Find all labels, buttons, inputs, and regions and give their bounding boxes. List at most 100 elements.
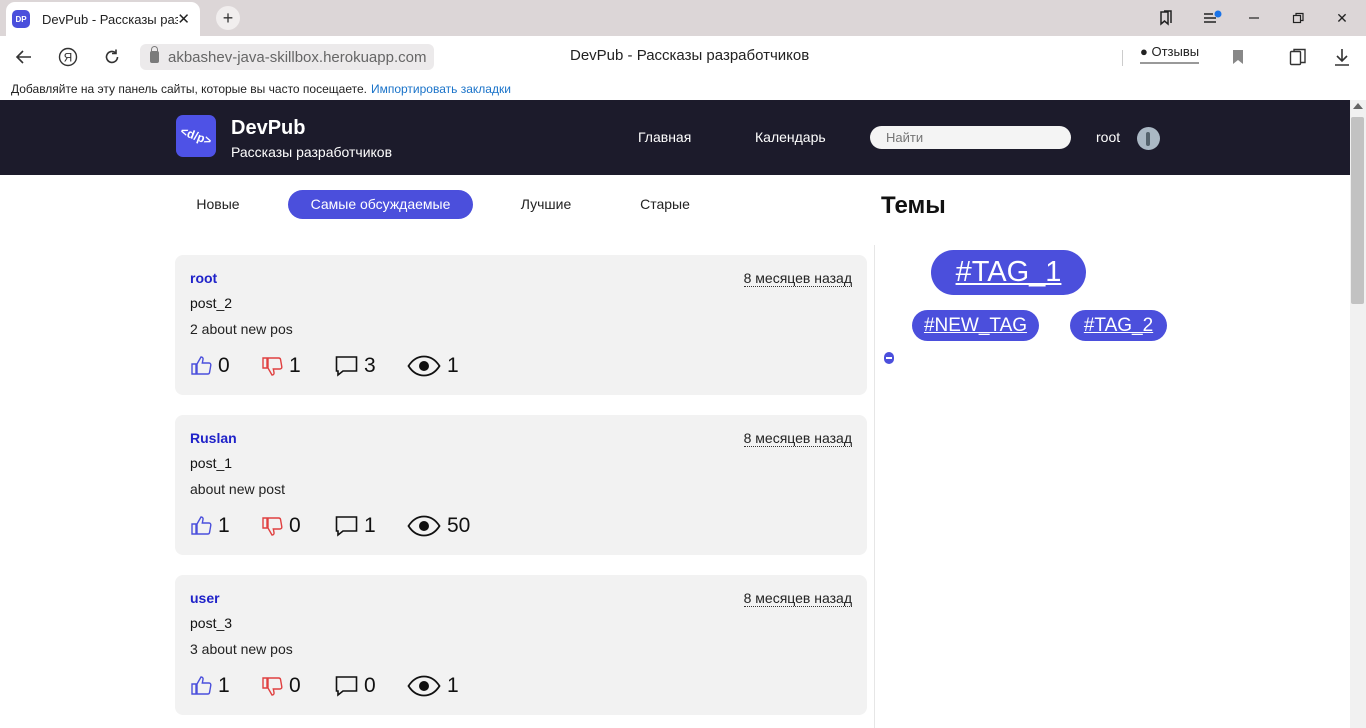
post-card[interactable]: user 8 месяцев назад post_3 3 about new … <box>175 575 867 715</box>
dislike-count: 1 <box>289 354 301 377</box>
post-description: 2 about new pos <box>190 321 293 337</box>
page-title: DevPub - Рассказы разработчиков <box>570 47 810 64</box>
lock-icon <box>150 46 159 63</box>
comment-icon <box>335 356 358 377</box>
dislike-count: 0 <box>289 514 301 537</box>
dislike-count: 0 <box>289 674 301 697</box>
post-title[interactable]: post_1 <box>190 455 232 471</box>
close-tab-icon[interactable]: ✕ <box>177 10 190 28</box>
post-description: about new post <box>190 481 285 497</box>
chat-bubble-icon: ● <box>1140 44 1148 59</box>
site-header: <d/p> DevPub Рассказы разработчиков Глав… <box>0 100 1350 175</box>
view-stat: 50 <box>407 513 470 539</box>
post-date: 8 месяцев назад <box>743 270 852 287</box>
minimize-icon[interactable] <box>1242 6 1266 30</box>
reviews-button[interactable]: ● Отзывы <box>1140 44 1200 64</box>
browser-tab[interactable]: DP DevPub - Рассказы разработчиков ✕ <box>6 2 200 36</box>
comment-stat[interactable]: 1 <box>335 513 376 539</box>
post-description: 3 about new pos <box>190 641 293 657</box>
comment-count: 1 <box>364 514 376 537</box>
menu-icon[interactable] <box>1200 6 1224 30</box>
collections-icon[interactable] <box>1286 45 1310 69</box>
logo-icon[interactable]: <d/p> <box>176 115 216 157</box>
post-title[interactable]: post_3 <box>190 615 232 631</box>
post-author[interactable]: root <box>190 270 217 286</box>
comment-count: 3 <box>364 354 376 377</box>
thumbs-up-icon <box>191 516 212 535</box>
bookmarks-hint: Добавляйте на эту панель сайты, которые … <box>11 82 367 96</box>
post-author[interactable]: Ruslan <box>190 430 237 446</box>
address-bar[interactable]: akbashev-java-skillbox.herokuapp.com <box>140 44 435 70</box>
scroll-up-icon[interactable] <box>1353 103 1363 109</box>
nav-calendar[interactable]: Календарь <box>755 129 826 145</box>
comment-count: 0 <box>364 674 376 697</box>
reviews-label: Отзывы <box>1151 44 1200 59</box>
view-count: 1 <box>447 674 459 697</box>
dislike-stat[interactable]: 0 <box>261 673 301 699</box>
tag-link[interactable]: #NEW_TAG <box>912 310 1039 341</box>
yandex-icon[interactable]: Я <box>56 45 80 69</box>
search-input[interactable] <box>870 126 1071 149</box>
view-count: 50 <box>447 514 471 537</box>
dislike-stat[interactable]: 1 <box>261 353 301 379</box>
view-count: 1 <box>447 354 459 377</box>
eye-icon <box>407 515 441 537</box>
view-stat: 1 <box>407 673 459 699</box>
thumbs-down-icon <box>262 677 283 696</box>
post-date: 8 месяцев назад <box>743 430 852 447</box>
brand-tagline: Рассказы разработчиков <box>231 144 393 160</box>
user-name[interactable]: root <box>1096 129 1120 145</box>
filter-most-discussed[interactable]: Самые обсуждаемые <box>288 190 473 219</box>
download-icon[interactable] <box>1330 45 1354 69</box>
like-stat[interactable]: 1 <box>190 673 230 699</box>
tab-title: DevPub - Рассказы разработчиков <box>42 11 178 27</box>
new-tab-button[interactable]: + <box>216 6 240 30</box>
post-card[interactable]: root 8 месяцев назад post_2 2 about new … <box>175 255 867 395</box>
like-count: 1 <box>218 674 230 697</box>
browser-toolbar: Я akbashev-java-skillbox.herokuapp.com D… <box>0 36 1366 78</box>
comment-stat[interactable]: 0 <box>335 673 376 699</box>
filter-best[interactable]: Лучшие <box>506 190 586 219</box>
thumbs-up-icon <box>191 356 212 375</box>
thumbs-up-icon <box>191 676 212 695</box>
scrollbar-thumb[interactable] <box>1351 117 1364 304</box>
toolbar-divider <box>1122 50 1123 66</box>
filter-new[interactable]: Новые <box>180 190 256 219</box>
tag-link[interactable]: #TAG_2 <box>1070 310 1167 341</box>
tag-link[interactable]: #TAG_1 <box>931 250 1086 295</box>
browser-tabstrip: DP DevPub - Рассказы разработчиков ✕ + ✕ <box>0 0 1366 36</box>
post-card[interactable]: Ruslan 8 месяцев назад post_1 about new … <box>175 415 867 555</box>
thumbs-down-icon <box>262 357 283 376</box>
back-arrow-icon[interactable] <box>12 45 36 69</box>
filter-old[interactable]: Старые <box>626 190 704 219</box>
collapse-icon[interactable] <box>884 352 894 364</box>
favicon-icon: DP <box>12 10 30 28</box>
import-bookmarks-link[interactable]: Импортировать закладки <box>371 82 511 96</box>
url-text: akbashev-java-skillbox.herokuapp.com <box>168 48 427 66</box>
like-count: 0 <box>218 354 230 377</box>
sidebar-divider <box>874 245 875 728</box>
nav-home[interactable]: Главная <box>638 129 691 145</box>
svg-text:Я: Я <box>64 51 73 65</box>
reload-icon[interactable] <box>100 45 124 69</box>
thumbs-down-icon <box>262 517 283 536</box>
sidebar-title: Темы <box>881 192 946 219</box>
comment-stat[interactable]: 3 <box>335 353 376 379</box>
eye-icon <box>407 355 441 377</box>
eye-icon <box>407 675 441 697</box>
avatar[interactable] <box>1137 127 1160 150</box>
like-stat[interactable]: 0 <box>190 353 230 379</box>
bookmarks-bar: Добавляйте на эту панель сайты, которые … <box>0 78 1366 100</box>
post-author[interactable]: user <box>190 590 220 606</box>
comment-icon <box>335 676 358 697</box>
tabs-bookmarks-icon[interactable] <box>1154 6 1178 30</box>
brand-name[interactable]: DevPub <box>231 117 305 140</box>
restore-icon[interactable] <box>1286 6 1310 30</box>
post-title[interactable]: post_2 <box>190 295 232 311</box>
close-window-icon[interactable]: ✕ <box>1330 6 1354 30</box>
bookmark-icon[interactable] <box>1226 45 1250 69</box>
dislike-stat[interactable]: 0 <box>261 513 301 539</box>
like-stat[interactable]: 1 <box>190 513 230 539</box>
post-date: 8 месяцев назад <box>743 590 852 607</box>
view-stat: 1 <box>407 353 459 379</box>
